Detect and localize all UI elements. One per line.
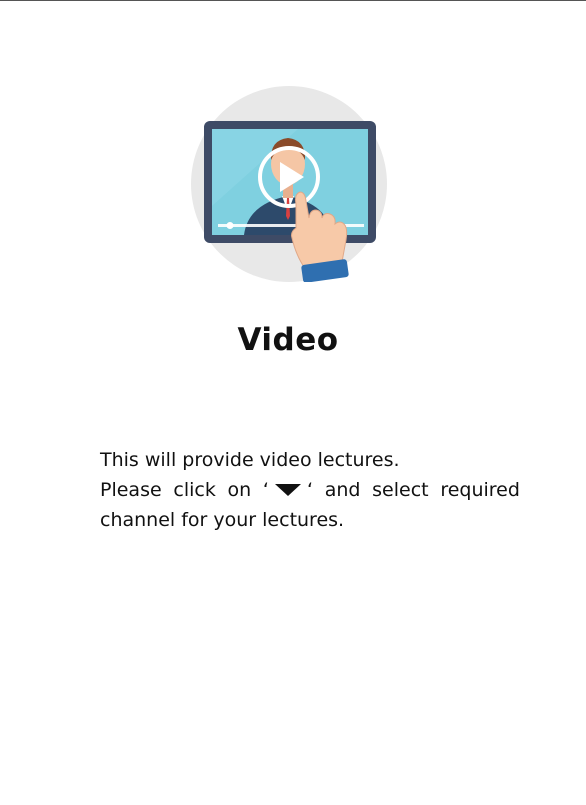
page-title: Video: [237, 322, 339, 358]
word: Please: [100, 479, 162, 501]
progress-knob: [226, 222, 234, 229]
description-line-1: This will provide video lectures.: [100, 449, 400, 471]
description-line-3: channel for your lectures.: [100, 509, 345, 531]
quote-close: ‘: [306, 479, 313, 501]
word: click: [173, 479, 216, 501]
quote-open: ‘: [262, 479, 269, 501]
description-line-2: Please click on ‘ ‘ and select required: [100, 475, 520, 505]
video-lecture-icon: [188, 86, 390, 283]
word: select: [372, 479, 429, 501]
word: on: [227, 479, 252, 501]
word: and: [324, 479, 361, 501]
description: This will provide video lectures. Please…: [100, 445, 520, 535]
top-divider: [0, 0, 586, 1]
caret-down-icon: [274, 484, 301, 496]
dropdown-hint: ‘ ‘: [263, 475, 313, 505]
word: required: [440, 479, 520, 501]
